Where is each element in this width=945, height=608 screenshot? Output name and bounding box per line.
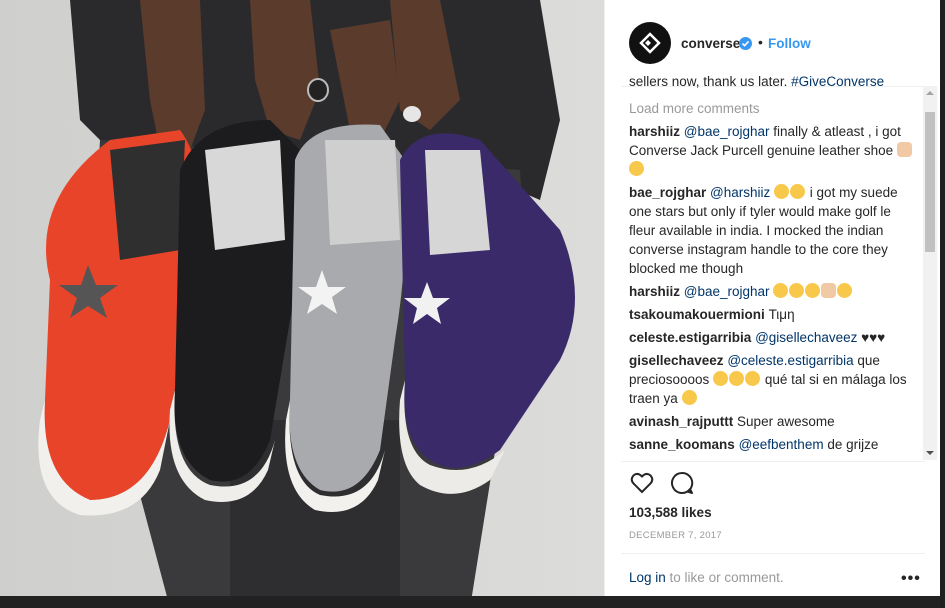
comment-text: de grijze bbox=[823, 437, 879, 452]
comment-text: Τιμη bbox=[768, 307, 795, 322]
comment-mention[interactable]: @harshiiz bbox=[710, 185, 770, 200]
laughing-face-emoji-icon bbox=[789, 283, 805, 298]
comment-mention[interactable]: @celeste.estigarribia bbox=[727, 353, 853, 368]
comment-mention[interactable]: @bae_rojghar bbox=[684, 124, 770, 139]
post-date[interactable]: DECEMBER 7, 2017 bbox=[629, 530, 722, 541]
login-prompt-text: to like or comment. bbox=[665, 570, 784, 585]
comment-icon[interactable] bbox=[669, 470, 695, 496]
laughing-face-emoji-icon bbox=[774, 184, 790, 199]
converse-logo-icon bbox=[639, 32, 661, 54]
comment-username[interactable]: bae_rojghar bbox=[629, 185, 706, 200]
post-username[interactable]: converse bbox=[681, 36, 740, 51]
comment-username[interactable]: celeste.estigarribia bbox=[629, 330, 751, 345]
heart-icon[interactable] bbox=[629, 470, 655, 496]
thumbs-up-emoji-icon bbox=[896, 142, 912, 157]
comment-text: ♥♥♥ bbox=[857, 330, 886, 345]
hashtag-link[interactable]: #GiveConverse bbox=[791, 74, 884, 89]
comments-divider bbox=[621, 461, 925, 462]
comment-username[interactable]: gisellechaveez bbox=[629, 353, 724, 368]
comment-item: gisellechaveez @celeste.estigarribia que… bbox=[629, 351, 919, 408]
header-separator: • bbox=[758, 34, 763, 50]
page-bottom-strip bbox=[0, 596, 945, 608]
load-more-comments-button[interactable]: Load more comments bbox=[629, 99, 919, 118]
login-link[interactable]: Log in bbox=[629, 570, 666, 585]
smiling-face-emoji-icon bbox=[837, 283, 853, 298]
comment-mention[interactable]: @gisellechaveez bbox=[755, 330, 857, 345]
caption-text: sellers now, thank us later. bbox=[629, 74, 792, 89]
laughing-face-emoji-icon bbox=[790, 184, 806, 199]
grimacing-face-emoji-icon bbox=[681, 390, 697, 405]
heart-eyes-emoji-icon bbox=[745, 371, 761, 386]
comment-username[interactable]: harshiiz bbox=[629, 284, 680, 299]
comment-item: harshiiz @bae_rojghar finally & atleast … bbox=[629, 122, 919, 179]
comment-item: harshiiz @bae_rojghar bbox=[629, 282, 919, 301]
post-side-panel: converse • Follow sellers now, thank us … bbox=[604, 0, 940, 596]
comment-item: avinash_rajputtt Super awesome bbox=[629, 412, 919, 431]
avatar[interactable] bbox=[629, 22, 671, 64]
comment-username[interactable]: avinash_rajputtt bbox=[629, 414, 733, 429]
comment-item: tsakoumakouermioni Τιμη bbox=[629, 305, 919, 324]
more-options-button[interactable]: ••• bbox=[901, 570, 921, 588]
hand-gesture-emoji-icon bbox=[821, 283, 837, 298]
laughing-face-emoji-icon bbox=[805, 283, 821, 298]
login-prompt: Log in to like or comment. bbox=[629, 570, 784, 585]
comments-list: sellers now, thank us later. #GiveConver… bbox=[629, 72, 919, 462]
smiling-face-emoji-icon bbox=[729, 371, 745, 386]
window-edge bbox=[940, 0, 945, 608]
follow-button[interactable]: Follow bbox=[768, 36, 811, 51]
scrollbar-thumb[interactable] bbox=[925, 112, 935, 252]
comment-mention[interactable]: @eefbenthem bbox=[739, 437, 824, 452]
laughing-face-emoji-icon bbox=[773, 283, 789, 298]
scroll-down-arrow-icon[interactable] bbox=[923, 446, 937, 460]
comments-scrollbar[interactable] bbox=[923, 86, 937, 460]
verified-badge-icon bbox=[739, 37, 752, 50]
comment-username[interactable]: tsakoumakouermioni bbox=[629, 307, 765, 322]
sneakers-photo-illustration bbox=[0, 0, 604, 608]
post-photo[interactable] bbox=[0, 0, 604, 608]
comment-item: sanne_koomans @eefbenthem de grijze bbox=[629, 435, 919, 454]
comment-mention[interactable]: @bae_rojghar bbox=[684, 284, 770, 299]
likes-count[interactable]: 103,588 likes bbox=[629, 505, 712, 520]
comment-username[interactable]: harshiiz bbox=[629, 124, 680, 139]
comment-text: Super awesome bbox=[737, 414, 835, 429]
comment-username[interactable]: sanne_koomans bbox=[629, 437, 735, 452]
grinning-face-emoji-icon bbox=[629, 161, 644, 176]
caption-tail: sellers now, thank us later. #GiveConver… bbox=[629, 72, 919, 91]
comment-item: celeste.estigarribia @gisellechaveez ♥♥♥ bbox=[629, 328, 919, 347]
tired-face-emoji-icon bbox=[713, 371, 729, 386]
footer-divider bbox=[621, 553, 925, 554]
scroll-up-arrow-icon[interactable] bbox=[923, 86, 937, 100]
comment-item: bae_rojghar @harshiiz i got my suede one… bbox=[629, 183, 919, 278]
